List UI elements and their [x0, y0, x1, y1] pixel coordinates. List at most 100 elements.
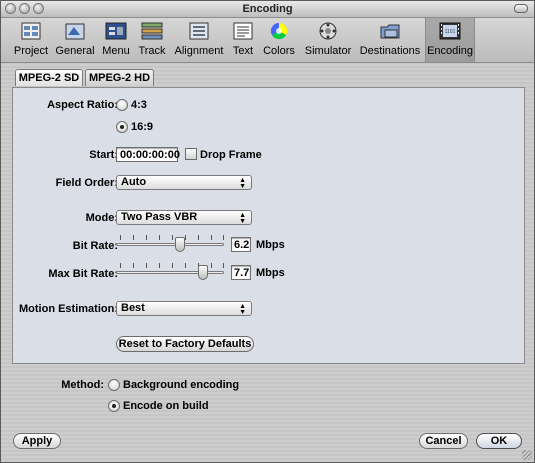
max-bit-rate-label: Max Bit Rate: — [48, 268, 118, 280]
max-bit-rate-unit: Mbps — [256, 267, 285, 279]
background-encoding-label: Background encoding — [123, 379, 240, 391]
slider-tick — [198, 235, 199, 240]
toolbar-simulator-button[interactable]: Simulator — [301, 18, 355, 62]
menu-icon — [105, 22, 127, 40]
slider-tick — [133, 235, 134, 240]
field-order-label: Field Order: — [55, 177, 118, 189]
field-order-popup[interactable]: Auto ▲ ▼ — [116, 175, 252, 190]
start-label: Start: — [89, 149, 118, 161]
bit-rate-unit: Mbps — [256, 239, 285, 251]
project-icon — [21, 22, 41, 40]
motion-estimation-label: Motion Estimation: — [19, 303, 118, 315]
slider-tick — [133, 263, 134, 268]
toolbar-destinations-button[interactable]: Destinations — [357, 18, 423, 62]
toolbar-track-button[interactable]: Track — [135, 18, 169, 62]
toolbar-label: Colors — [263, 45, 295, 57]
aspect-ratio-label: Aspect Ratio: — [47, 99, 118, 111]
toolbar-toggle-button[interactable] — [514, 4, 528, 13]
general-icon — [65, 23, 85, 40]
cancel-button[interactable]: Cancel — [419, 433, 468, 449]
slider-tick — [172, 263, 173, 268]
start-timecode-field[interactable]: 00:00:00:00 — [116, 147, 180, 162]
encode-on-build-radio[interactable] — [108, 400, 120, 412]
max-bit-rate-slider[interactable] — [116, 263, 224, 281]
tab-mpeg2-hd[interactable]: MPEG-2 HD — [85, 69, 154, 86]
toolbar-label: Project — [13, 45, 49, 57]
simulator-icon — [319, 22, 337, 40]
aspect-16-9-label: 16:9 — [131, 121, 154, 133]
aspect-16-9-radio[interactable] — [116, 121, 128, 133]
track-icon — [141, 22, 163, 40]
svg-text:1101: 1101 — [445, 29, 456, 35]
preferences-window: Encoding Project General Menu Track Alig… — [0, 0, 535, 463]
aspect-4-3-radio[interactable] — [116, 99, 128, 111]
slider-tick — [211, 263, 212, 268]
toolbar-label: Menu — [102, 45, 130, 57]
background-encoding-radio[interactable] — [108, 379, 120, 391]
slider-tick — [120, 235, 121, 240]
toolbar-text-button[interactable]: Text — [229, 18, 257, 62]
toolbar-colors-button[interactable]: Colors — [260, 18, 298, 62]
popup-arrows-icon: ▲ ▼ — [239, 177, 246, 190]
slider-tick — [146, 263, 147, 268]
slider-tick — [159, 235, 160, 240]
toolbar-label: Track — [138, 45, 166, 57]
toolbar-label: Destinations — [359, 45, 421, 57]
slider-tick — [223, 235, 224, 240]
drop-frame-checkbox[interactable] — [185, 148, 197, 160]
toolbar-alignment-button[interactable]: Alignment — [171, 18, 227, 62]
minimize-window-button[interactable] — [19, 3, 30, 14]
bit-rate-label: Bit Rate: — [72, 240, 118, 252]
mode-popup[interactable]: Two Pass VBR ▲ ▼ — [116, 210, 252, 225]
encoding-icon: 1101 — [439, 22, 461, 40]
encode-on-build-label: Encode on build — [123, 400, 209, 412]
toolbar-encoding-button[interactable]: 1101 Encoding — [425, 18, 475, 62]
slider-track — [116, 243, 224, 246]
mode-label: Mode: — [85, 212, 118, 224]
ok-button[interactable]: OK — [476, 433, 522, 449]
mpeg2-sd-panel: Aspect Ratio: 4:3 16:9 Start: 00:00:00:0… — [12, 87, 525, 364]
toolbar-label: Simulator — [304, 45, 352, 57]
slider-tick — [211, 235, 212, 240]
toolbar-project-button[interactable]: Project — [9, 18, 53, 62]
destinations-icon — [380, 24, 400, 39]
tab-mpeg2-sd[interactable]: MPEG-2 SD — [15, 69, 83, 86]
drop-frame-label: Drop Frame — [200, 149, 262, 161]
zoom-window-button[interactable] — [33, 3, 44, 14]
aspect-4-3-label: 4:3 — [131, 99, 147, 111]
text-icon — [233, 22, 253, 40]
colors-icon — [270, 22, 288, 40]
toolbar-menu-button[interactable]: Menu — [98, 18, 134, 62]
toolbar-label: Text — [232, 45, 254, 57]
slider-tick — [185, 263, 186, 268]
slider-tick — [172, 235, 173, 240]
mode-value: Two Pass VBR — [121, 211, 198, 223]
title-bar: Encoding — [1, 1, 534, 18]
reset-defaults-button[interactable]: Reset to Factory Defaults — [116, 336, 254, 352]
slider-tick — [120, 263, 121, 268]
max-bit-rate-field[interactable]: 7.7 — [231, 265, 251, 280]
popup-arrows-icon: ▲ ▼ — [239, 212, 246, 225]
field-order-value: Auto — [121, 176, 147, 188]
slider-tick — [146, 235, 147, 240]
popup-arrows-icon: ▲ ▼ — [239, 303, 246, 316]
toolbar-label: General — [55, 45, 95, 57]
bit-rate-field[interactable]: 6.2 — [231, 237, 251, 252]
alignment-icon — [189, 22, 209, 40]
apply-button[interactable]: Apply — [13, 433, 61, 449]
slider-tick — [223, 263, 224, 268]
toolbar-general-button[interactable]: General — [54, 18, 96, 62]
method-label: Method: — [61, 379, 104, 391]
slider-thumb[interactable] — [198, 265, 208, 280]
toolbar-label: Alignment — [174, 45, 224, 57]
slider-thumb[interactable] — [175, 237, 185, 252]
motion-estimation-popup[interactable]: Best ▲ ▼ — [116, 301, 252, 316]
window-title: Encoding — [242, 3, 293, 15]
slider-tick — [159, 263, 160, 268]
close-window-button[interactable] — [5, 3, 16, 14]
resize-grip-icon[interactable] — [522, 450, 532, 460]
bit-rate-slider[interactable] — [116, 235, 224, 253]
slider-tick — [185, 235, 186, 240]
toolbar-label: Encoding — [427, 45, 473, 57]
preferences-toolbar: Project General Menu Track Alignment Tex… — [1, 18, 534, 63]
